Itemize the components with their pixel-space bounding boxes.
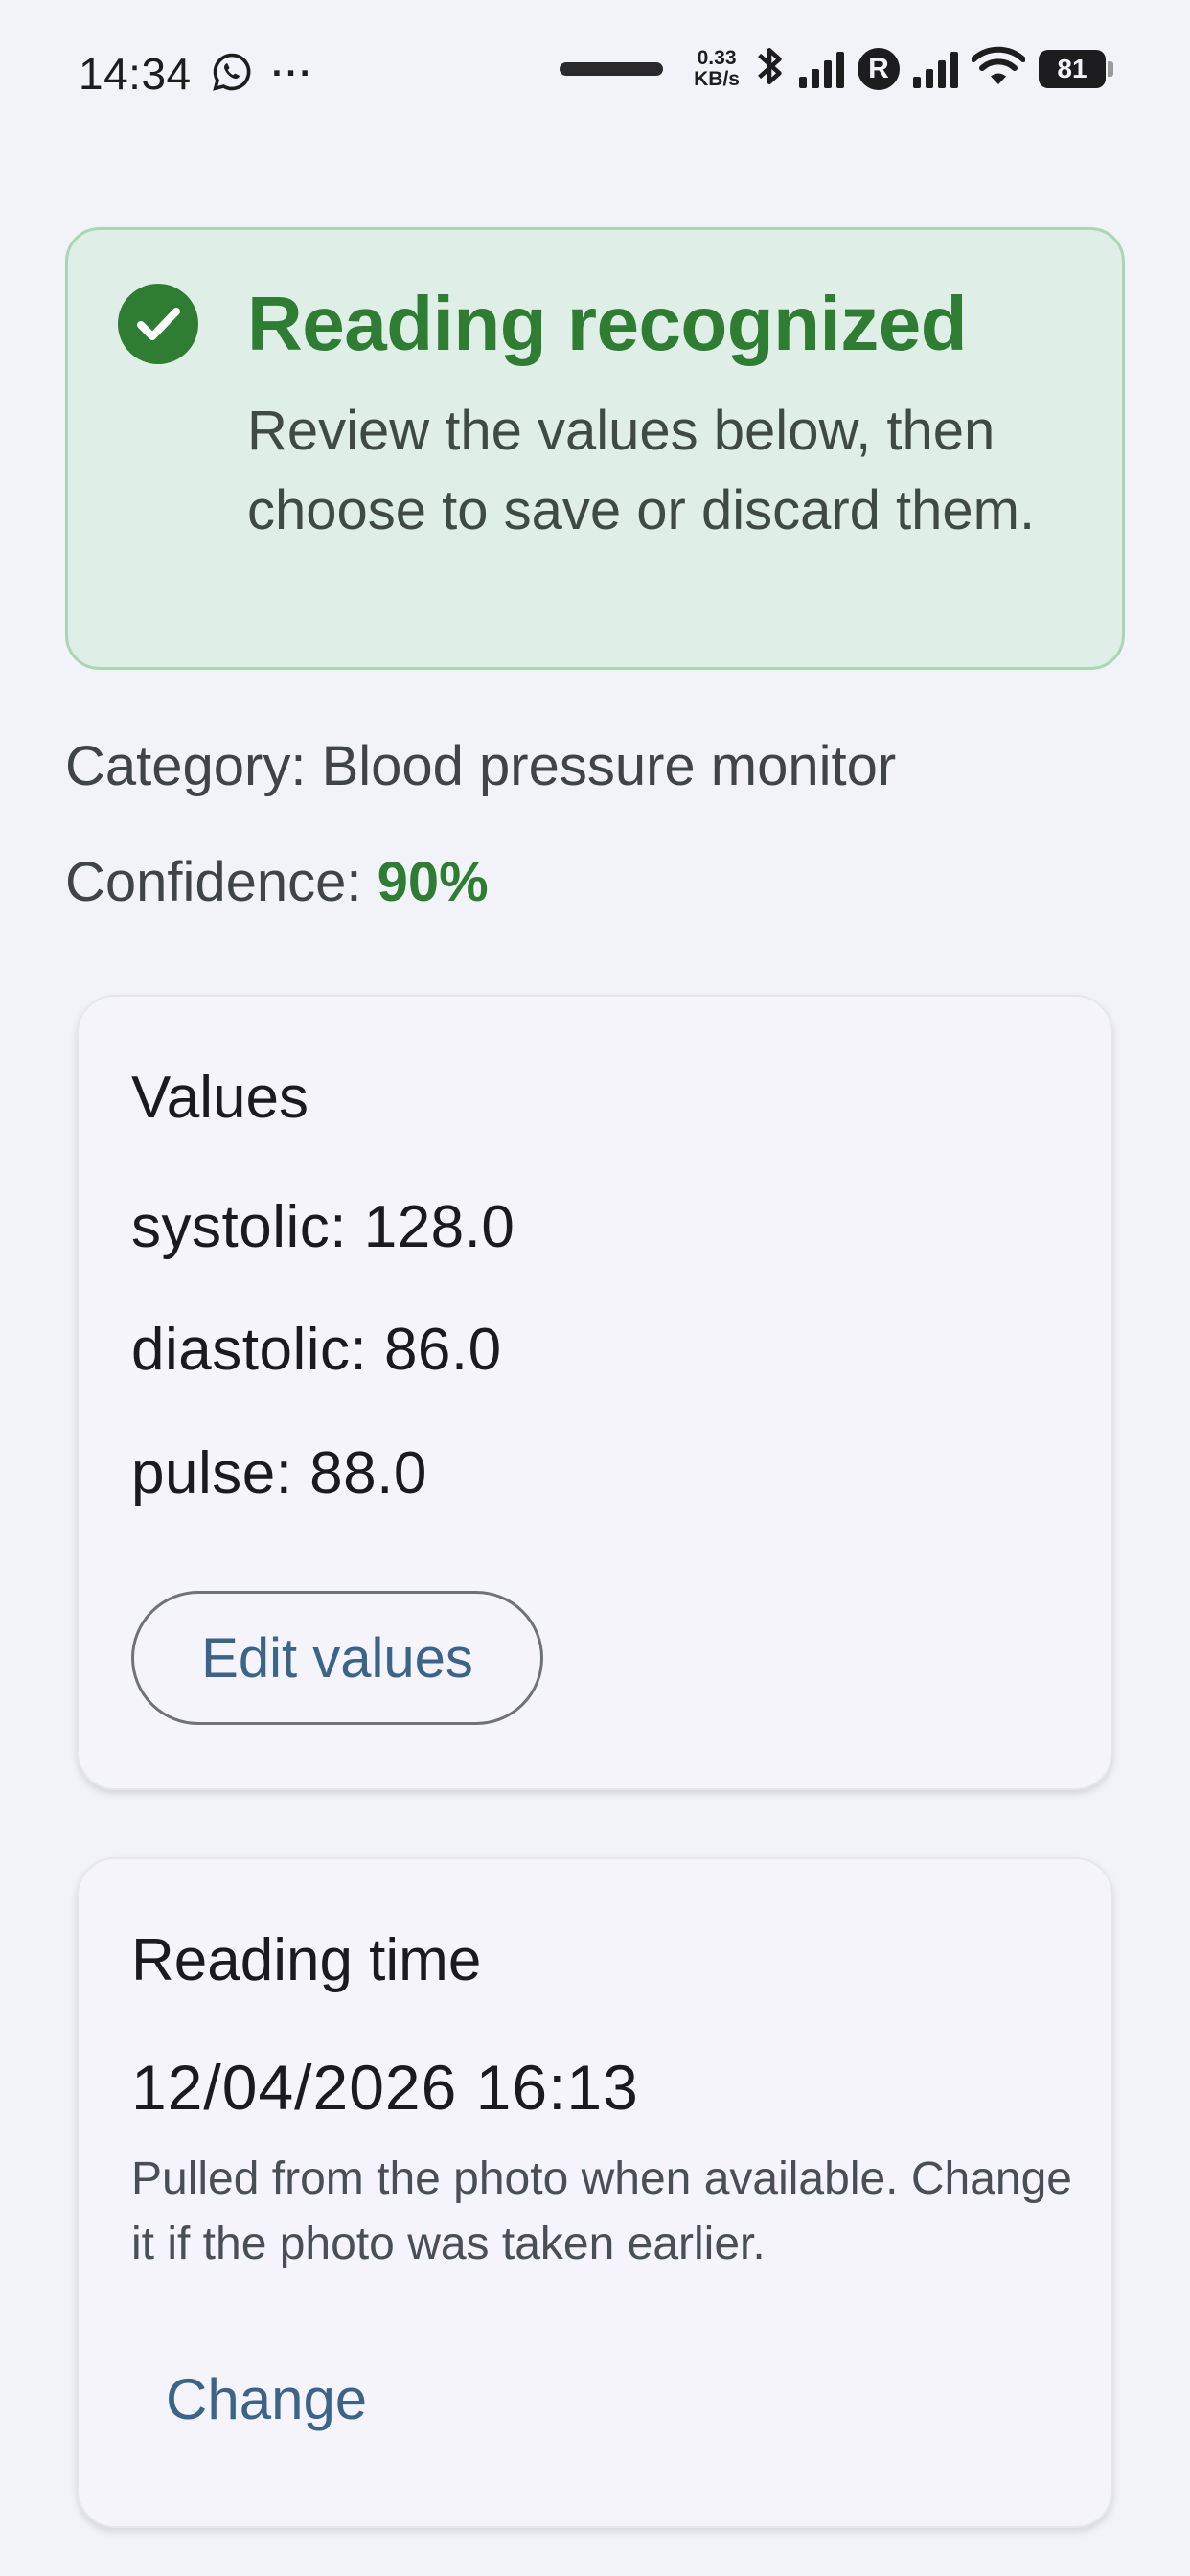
edit-values-button[interactable]: Edit values [131,1591,543,1725]
net-speed-unit: KB/s [694,67,740,90]
category-label: Category: [65,735,322,797]
more-notifications-icon: ··· [271,53,314,94]
wifi-icon [971,45,1026,92]
values-card-title: Values [131,1065,309,1131]
camera-pill-icon [560,61,664,76]
signal-icon-sim2 [913,50,958,88]
reading-time-title: Reading time [131,1927,482,1993]
battery-icon: 81 [1039,49,1113,88]
banner-message: Review the values below, then choose to … [247,400,1036,541]
status-right: 0.33 KB/s R 81 [560,42,1113,95]
net-speed-value: 0.33 [697,46,737,69]
values-card: Values systolic: 128.0 diastolic: 86.0 p… [77,995,1113,1790]
value-pulse: pulse: 88.0 [131,1440,427,1506]
bluetooth-icon [753,42,786,95]
net-speed: 0.33 KB/s [694,46,740,90]
roaming-icon: R [858,47,900,90]
recognition-banner: Reading recognized Review the values bel… [65,227,1125,670]
category-value: Blood pressure monitor [321,735,897,797]
reading-time-card: Reading time 12/04/2026 16:13 Pulled fro… [77,1857,1113,2528]
confidence-label: Confidence: [65,851,378,913]
banner-title: Reading recognized [247,281,968,366]
value-systolic: systolic: 128.0 [131,1194,515,1260]
category-line: Category: Blood pressure monitor [65,734,896,798]
signal-icon-sim1 [799,50,844,88]
reading-time-hint: Pulled from the photo when available. Ch… [131,2153,1072,2269]
confidence-value: 90% [377,851,489,913]
reading-time-value: 12/04/2026 16:13 [131,2052,639,2123]
app-screen: 14:34 ··· 0.33 KB/s R 81 Reading recogni… [0,0,1190,2576]
status-time: 14:34 [79,49,192,99]
confidence-line: Confidence: 90% [65,850,489,914]
change-time-button[interactable]: Change [131,2346,401,2451]
value-diastolic: diastolic: 86.0 [131,1317,502,1383]
whatsapp-icon [211,51,253,98]
status-left: 14:34 ··· [79,48,314,100]
check-circle-icon [118,284,198,364]
status-bar: 14:34 ··· 0.33 KB/s R 81 [0,0,1190,153]
